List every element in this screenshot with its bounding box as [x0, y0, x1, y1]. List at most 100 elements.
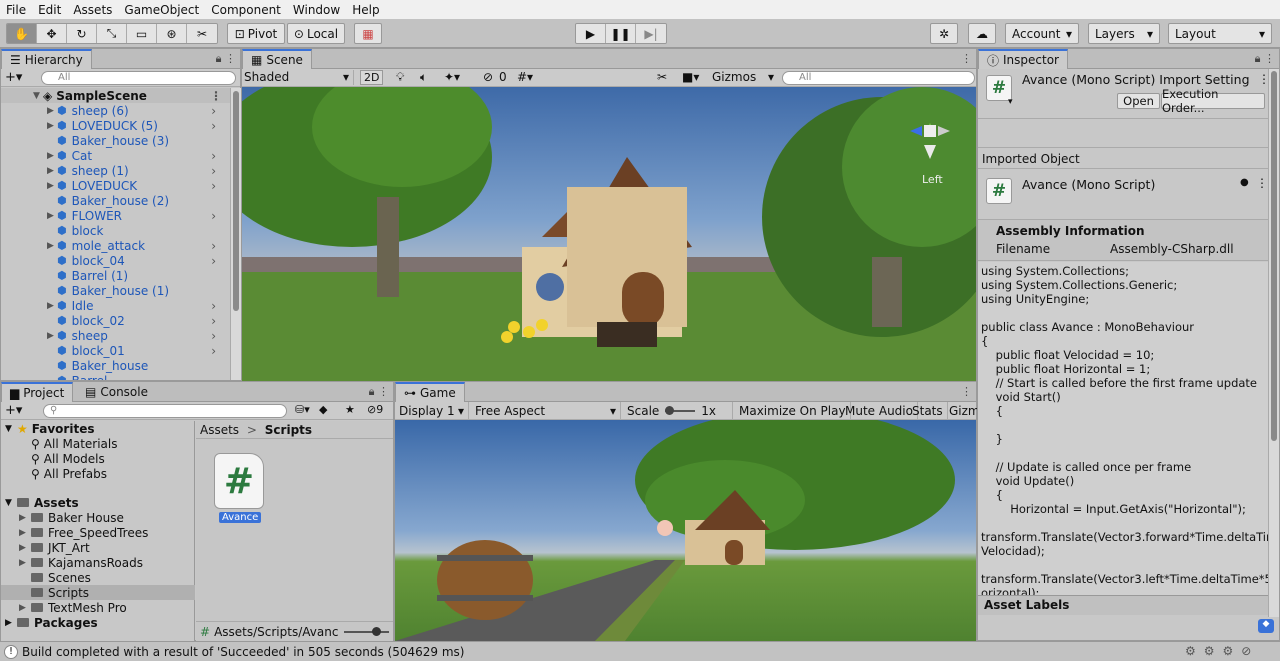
panel-lock-icon[interactable]: 🔒︎ ⋮	[369, 385, 389, 399]
add-icon[interactable]: +▾	[5, 70, 22, 85]
menu-file[interactable]: File	[6, 3, 26, 17]
hierarchy-item[interactable]: ⬢ Baker_house	[1, 358, 218, 373]
menu-assets[interactable]: Assets	[73, 3, 112, 17]
breadcrumb-assets[interactable]: Assets	[200, 423, 239, 437]
play-icon[interactable]: ▶	[576, 24, 606, 43]
expand-arrow-icon[interactable]: ▶	[47, 121, 57, 131]
scale-control[interactable]: Scale 1x	[623, 402, 733, 420]
chevron-right-icon[interactable]: ›	[211, 209, 216, 223]
scene-row[interactable]: ▼ ◈ SampleScene ⋮	[1, 88, 230, 103]
panel-menu-icon[interactable]: ⋮	[961, 385, 972, 398]
hidden-objects-icon[interactable]: ⊘	[483, 70, 493, 84]
icon-size-slider[interactable]	[344, 626, 389, 636]
transform-tool-icon[interactable]: ⊛	[157, 24, 187, 43]
hierarchy-item[interactable]: ▶ ⬢ sheep (1) ›	[1, 163, 218, 178]
expand-arrow-icon[interactable]: ▶	[47, 331, 57, 341]
step-icon[interactable]: ▶|	[636, 24, 666, 43]
custom-tool-icon[interactable]: ✂	[187, 24, 217, 43]
breadcrumb-scripts[interactable]: Scripts	[265, 423, 312, 437]
chevron-right-icon[interactable]: ›	[211, 314, 216, 328]
panel-lock-icon[interactable]: 🔒︎ ⋮	[1255, 52, 1275, 66]
audio-icon[interactable]: 🔈︎	[420, 70, 427, 85]
chevron-right-icon[interactable]: ›	[211, 299, 216, 313]
expand-arrow-icon[interactable]: ▶	[47, 241, 57, 251]
favorite-item[interactable]: ⚲ All Prefabs	[1, 466, 195, 481]
tab-game[interactable]: ⊶ Game	[395, 382, 465, 402]
scene-search-input[interactable]: All	[782, 71, 975, 85]
expand-arrow-icon[interactable]: ▶	[19, 603, 31, 613]
folder-item[interactable]: ▶ Baker House	[1, 510, 195, 525]
rotate-tool-icon[interactable]: ↻	[67, 24, 97, 43]
label-icon[interactable]: ◆	[319, 403, 327, 416]
expand-arrow-icon[interactable]: ▼	[5, 498, 17, 508]
folder-item[interactable]: ▶ JKT_Art	[1, 540, 195, 555]
scene-viewport[interactable]: Left	[242, 87, 976, 381]
chevron-right-icon[interactable]: ›	[211, 179, 216, 193]
folder-item[interactable]: Scripts	[1, 585, 195, 600]
hierarchy-item[interactable]: ▶ ⬢ sheep (6) ›	[1, 103, 218, 118]
hierarchy-item[interactable]: ⬢ block_04 ›	[1, 253, 218, 268]
script-asset-label[interactable]: Avance	[219, 512, 262, 523]
chevron-right-icon[interactable]: ›	[211, 149, 216, 163]
hierarchy-item[interactable]: ▶ ⬢ mole_attack ›	[1, 238, 218, 253]
hierarchy-item[interactable]: ⬢ Baker_house (2)	[1, 193, 218, 208]
filter-type-icon[interactable]: ⛁▾	[295, 403, 310, 416]
2d-toggle[interactable]: 2D	[360, 70, 384, 85]
scale-slider[interactable]	[665, 406, 696, 415]
menu-help[interactable]: Help	[352, 3, 379, 17]
stats-toggle[interactable]: Stats	[908, 402, 948, 420]
open-button[interactable]: Open	[1117, 93, 1160, 109]
hierarchy-item[interactable]: ▶ ⬢ LOVEDUCK (5) ›	[1, 118, 218, 133]
execution-order-button[interactable]: Execution Order...	[1161, 87, 1265, 115]
hierarchy-item[interactable]: ⬢ Baker_house (3)	[1, 133, 218, 148]
layers-dropdown[interactable]: Layers ▾	[1088, 23, 1160, 44]
tools-icon[interactable]: ✂	[657, 70, 667, 84]
scrollbar-thumb[interactable]	[233, 91, 239, 311]
expand-arrow-icon[interactable]: ▶	[19, 558, 31, 568]
chevron-right-icon[interactable]: ›	[211, 164, 216, 178]
hierarchy-search-input[interactable]: All	[41, 71, 236, 85]
label-tag-icon[interactable]: ◆	[1258, 619, 1274, 633]
chevron-right-icon[interactable]: ›	[211, 254, 216, 268]
maximize-on-play-toggle[interactable]: Maximize On Play	[735, 402, 851, 420]
lighting-icon[interactable]: 💡︎	[396, 70, 404, 85]
folder-item[interactable]: ▶ Free_SpeedTrees	[1, 525, 195, 540]
scale-tool-icon[interactable]: ⤡	[97, 24, 127, 43]
object-menu-icon[interactable]: ⋮	[1256, 176, 1268, 190]
project-search-input[interactable]: ⚲	[43, 404, 287, 418]
chevron-right-icon[interactable]: ›	[211, 119, 216, 133]
menu-edit[interactable]: Edit	[38, 3, 61, 17]
grid-toggle-icon[interactable]: #▾	[517, 70, 533, 84]
hierarchy-item[interactable]: ⬢ block_02 ›	[1, 313, 218, 328]
hierarchy-item[interactable]: ▶ ⬢ Cat ›	[1, 148, 218, 163]
help-icon[interactable]: ●	[1240, 177, 1249, 188]
pause-icon[interactable]: ❚❚	[606, 24, 636, 43]
favorite-item[interactable]: ⚲ All Materials	[1, 436, 195, 451]
mute-audio-toggle[interactable]: Mute Audio	[841, 402, 918, 420]
expand-arrow-icon[interactable]: ▼	[33, 91, 43, 101]
rect-tool-icon[interactable]: ▭	[127, 24, 157, 43]
favorites-row[interactable]: ▼ ★ Favorites	[1, 421, 195, 436]
hierarchy-item[interactable]: ▶ ⬢ sheep ›	[1, 328, 218, 343]
hierarchy-item[interactable]: ⬢ Barrel	[1, 373, 218, 381]
dropdown-arrow-icon[interactable]: ▾	[1008, 97, 1013, 107]
hierarchy-item[interactable]: ⬢ block_01 ›	[1, 343, 218, 358]
tab-scene[interactable]: ▦ Scene	[242, 49, 312, 69]
tab-hierarchy[interactable]: ☰ Hierarchy	[1, 49, 92, 69]
hierarchy-scrollbar[interactable]	[230, 88, 241, 380]
layout-dropdown[interactable]: Layout ▾	[1168, 23, 1272, 44]
expand-arrow-icon[interactable]: ▶	[47, 181, 57, 191]
menu-gameobject[interactable]: GameObject	[124, 3, 199, 17]
camera-icon[interactable]: ■▾	[682, 70, 699, 84]
expand-arrow-icon[interactable]: ▼	[5, 424, 17, 434]
expand-arrow-icon[interactable]: ▶	[19, 513, 31, 523]
menu-component[interactable]: Component	[211, 3, 281, 17]
expand-arrow-icon[interactable]: ▶	[47, 166, 57, 176]
status-icons[interactable]: ⚙⚙⚙⊘	[1185, 644, 1259, 658]
move-tool-icon[interactable]: ✥	[37, 24, 67, 43]
game-viewport[interactable]	[395, 420, 976, 641]
folder-item[interactable]: Scenes	[1, 570, 195, 585]
chevron-right-icon[interactable]: ›	[211, 329, 216, 343]
assets-row[interactable]: ▼ Assets	[1, 495, 195, 510]
tab-inspector[interactable]: ⓘ Inspector	[978, 49, 1068, 69]
